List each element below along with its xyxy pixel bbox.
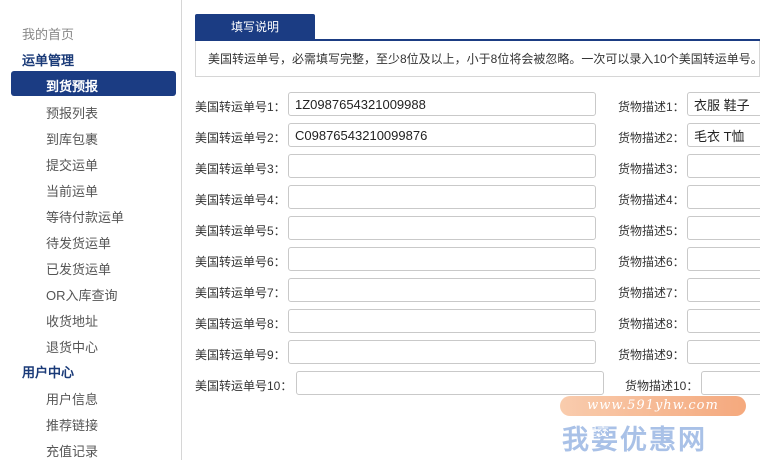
tracking-number-input[interactable] xyxy=(288,309,596,333)
tracking-label: 美国转运单号1： xyxy=(195,100,286,114)
tracking-label: 美国转运单号2： xyxy=(195,131,286,145)
watermark-url: www.591yhw.com xyxy=(560,396,746,416)
description-label: 货物描述2： xyxy=(618,131,685,145)
sidebar: 我的首页 运单管理 到货预报 预报列表 到库包裹 提交运单 当前运单 等待付款运… xyxy=(0,0,182,460)
tracking-label: 美国转运单号7： xyxy=(195,286,286,300)
sidebar-item-submit-shipment[interactable]: 提交运单 xyxy=(46,155,98,174)
sidebar-item-or-inbound-query[interactable]: OR入库查询 xyxy=(46,285,118,304)
description-label: 货物描述8： xyxy=(618,317,685,331)
tracking-label: 美国转运单号3： xyxy=(195,162,286,176)
sidebar-item-forecast-list[interactable]: 预报列表 xyxy=(46,103,98,122)
tracking-label: 美国转运单号5： xyxy=(195,224,286,238)
description-input[interactable] xyxy=(687,123,760,147)
tracking-number-input[interactable] xyxy=(288,92,596,116)
sidebar-item-pending-dispatch[interactable]: 待发货运单 xyxy=(46,233,111,252)
tracking-number-input[interactable] xyxy=(288,278,596,302)
tracking-label: 美国转运单号10： xyxy=(195,379,293,393)
description-label: 货物描述5： xyxy=(618,224,685,238)
description-label: 货物描述6： xyxy=(618,255,685,269)
tracking-label: 美国转运单号6： xyxy=(195,255,286,269)
description-input[interactable] xyxy=(701,371,760,395)
description-label: 货物描述7： xyxy=(618,286,685,300)
sidebar-item-awaiting-payment[interactable]: 等待付款运单 xyxy=(46,207,124,226)
sidebar-item-warehouse-packages[interactable]: 到库包裹 xyxy=(46,129,98,148)
sidebar-item-dispatched[interactable]: 已发货运单 xyxy=(46,259,111,278)
sidebar-item-current-shipments[interactable]: 当前运单 xyxy=(46,181,98,200)
tracking-number-input[interactable] xyxy=(288,185,596,209)
sidebar-group-shipments[interactable]: 运单管理 xyxy=(22,50,74,69)
sidebar-item-referral-link[interactable]: 推荐链接 xyxy=(46,415,98,434)
sidebar-item-recharge-history[interactable]: 充值记录 xyxy=(46,441,98,460)
description-input[interactable] xyxy=(687,216,760,240)
tracking-number-input[interactable] xyxy=(296,371,604,395)
tracking-number-input[interactable] xyxy=(288,154,596,178)
tracking-number-input[interactable] xyxy=(288,123,596,147)
tab-instructions[interactable]: 填写说明 xyxy=(195,14,315,40)
description-label: 货物描述10： xyxy=(625,379,699,393)
tracking-number-input[interactable] xyxy=(288,247,596,271)
description-input[interactable] xyxy=(687,92,760,116)
sidebar-group-user-center[interactable]: 用户中心 xyxy=(22,362,74,381)
description-label: 货物描述1： xyxy=(618,100,685,114)
watermark-site-name: 我要优惠网 xyxy=(562,425,707,456)
description-input[interactable] xyxy=(687,247,760,271)
description-label: 货物描述9： xyxy=(618,348,685,362)
sidebar-item-arrival-forecast[interactable]: 到货预报 xyxy=(11,71,176,96)
sidebar-item-user-info[interactable]: 用户信息 xyxy=(46,389,98,408)
sidebar-item-returns-center[interactable]: 退货中心 xyxy=(46,337,98,356)
tracking-label: 美国转运单号8： xyxy=(195,317,286,331)
instructions-notice: 美国转运单号，必需填写完整，至少8位及以上，小于8位将会被忽略。一次可以录入10… xyxy=(195,41,760,77)
submit-button[interactable]: 提交 xyxy=(585,423,609,440)
description-label: 货物描述4： xyxy=(618,193,685,207)
description-input[interactable] xyxy=(687,340,760,364)
description-input[interactable] xyxy=(687,154,760,178)
tracking-number-input[interactable] xyxy=(288,340,596,364)
sidebar-item-label: 到货预报 xyxy=(46,79,99,94)
description-input[interactable] xyxy=(687,278,760,302)
tracking-label: 美国转运单号4： xyxy=(195,193,286,207)
tracking-label: 美国转运单号9： xyxy=(195,348,286,362)
sidebar-item-shipping-address[interactable]: 收货地址 xyxy=(46,311,98,330)
sidebar-home-link[interactable]: 我的首页 xyxy=(22,24,74,43)
description-label: 货物描述3： xyxy=(618,162,685,176)
description-input[interactable] xyxy=(687,309,760,333)
tracking-number-input[interactable] xyxy=(288,216,596,240)
description-input[interactable] xyxy=(687,185,760,209)
